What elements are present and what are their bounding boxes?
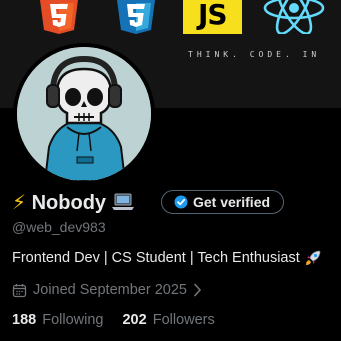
laptop-emoji-icon — [112, 193, 135, 210]
html5-logo — [40, 0, 78, 34]
get-verified-label: Get verified — [193, 194, 271, 210]
react-logo — [263, 0, 325, 34]
followers-count: 202 — [122, 312, 147, 328]
banner-tagline: THINK. CODE. IN — [188, 50, 321, 59]
skull-character-illustration — [17, 47, 151, 181]
followers-link[interactable]: 202 Followers — [122, 312, 214, 328]
display-name-text: Nobody — [31, 191, 107, 214]
verified-badge-icon — [174, 195, 188, 209]
javascript-logo-text: JS — [198, 0, 228, 31]
join-date-text: Joined September 2025 — [33, 282, 187, 298]
display-name: ⚡ Nobody — [12, 190, 106, 215]
bio-text: Frontend Dev | CS Student | Tech Enthusi… — [12, 250, 300, 266]
calendar-icon — [12, 283, 27, 297]
display-name-row: ⚡ Nobody — [12, 189, 135, 215]
get-verified-button[interactable]: Get verified — [161, 190, 284, 214]
css3-logo — [117, 0, 155, 34]
chevron-right-icon[interactable] — [193, 283, 202, 297]
follow-stats: 188 Following 202 Followers — [12, 312, 215, 328]
following-link[interactable]: 188 Following — [12, 312, 103, 328]
followers-label: Followers — [152, 312, 215, 328]
avatar[interactable] — [13, 43, 155, 185]
following-label: Following — [42, 312, 104, 328]
join-date-row: Joined September 2025 — [12, 282, 202, 298]
following-count: 188 — [12, 312, 37, 328]
avatar-image — [17, 47, 151, 181]
rocket-emoji-icon — [305, 250, 321, 265]
profile-handle: @web_dev983 — [12, 219, 106, 235]
lightning-emoji-icon: ⚡ — [12, 191, 27, 214]
profile-bio: Frontend Dev | CS Student | Tech Enthusi… — [12, 249, 322, 267]
javascript-logo: JS — [183, 0, 242, 34]
